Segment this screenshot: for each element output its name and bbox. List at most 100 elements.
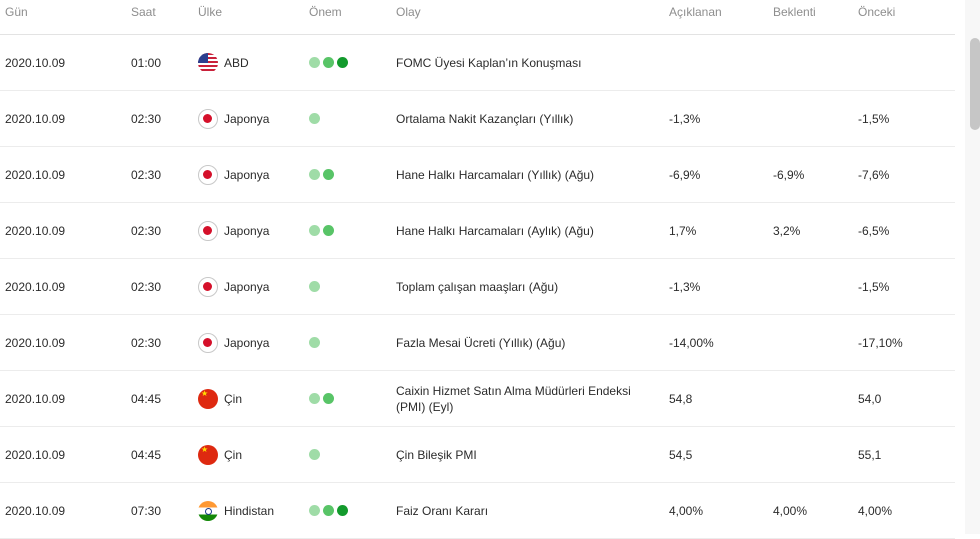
importance-dot <box>309 505 320 516</box>
importance-dot <box>323 393 334 404</box>
table-row[interactable]: 2020.10.09 04:45 Çin Caixin Hizmet Satın Al… <box>0 371 955 427</box>
table-row[interactable]: 2020.10.09 02:30 Japonya Hane Halkı Harcama… <box>0 147 955 203</box>
header-country[interactable]: Ülke <box>198 5 222 19</box>
date-cell: 2020.10.09 <box>5 279 66 294</box>
previous-cell: -7,6% <box>858 167 890 182</box>
country-name: ABD <box>224 55 249 70</box>
previous-cell: 4,00% <box>858 503 893 518</box>
country-cell: Japonya <box>198 147 269 202</box>
country-cell: ABD <box>198 35 249 90</box>
country-cell: Japonya <box>198 315 269 370</box>
time-cell: 01:00 <box>131 55 162 70</box>
table-row[interactable]: 2020.10.09 02:30 Japonya Hane Halkı Harcama… <box>0 203 955 259</box>
previous-cell: -1,5% <box>858 111 890 126</box>
actual-cell: -14,00% <box>669 335 714 350</box>
header-forecast[interactable]: Beklenti <box>773 5 816 19</box>
country-name: Japonya <box>224 335 270 350</box>
importance-cell <box>309 483 351 538</box>
importance-dot <box>309 225 320 236</box>
table-row[interactable]: 2020.10.09 01:00 ABD FOMC Üyesi Kaplan’ın K… <box>0 35 955 91</box>
country-cell: Çin <box>198 371 242 426</box>
time-cell: 04:45 <box>131 447 162 462</box>
country-name: Japonya <box>224 223 270 238</box>
table-body: 2020.10.09 01:00 ABD FOMC Üyesi Kaplan’ın K… <box>0 35 955 539</box>
event-cell[interactable]: Toplam çalışan maaşları (Ağu) <box>396 259 661 314</box>
event-name[interactable]: Hane Halkı Harcamaları (Aylık) (Ağu) <box>396 223 594 239</box>
time-cell: 02:30 <box>131 335 162 350</box>
actual-cell: 1,7% <box>669 223 697 238</box>
header-actual[interactable]: Açıklanan <box>669 5 722 19</box>
japan-flag-icon <box>198 332 218 353</box>
country-cell: Japonya <box>198 259 269 314</box>
actual-cell: 54,5 <box>669 447 693 462</box>
country-cell: Çin <box>198 427 242 482</box>
country-cell: Japonya <box>198 91 269 146</box>
header-date[interactable]: Gün <box>5 5 28 19</box>
time-cell: 02:30 <box>131 111 162 126</box>
event-cell[interactable]: FOMC Üyesi Kaplan’ın Konuşması <box>396 35 661 90</box>
forecast-cell: 4,00% <box>773 503 808 518</box>
country-name: Çin <box>224 447 243 462</box>
india-flag-icon <box>198 500 218 521</box>
importance-dot <box>323 57 334 68</box>
importance-dot <box>309 169 320 180</box>
japan-flag-icon <box>198 108 218 129</box>
importance-dot <box>323 505 334 516</box>
scrollbar-thumb[interactable] <box>970 38 980 130</box>
country-cell: Hindistan <box>198 483 274 538</box>
country-name: Japonya <box>224 279 270 294</box>
table-row[interactable]: 2020.10.09 02:30 Japonya Ortalama Nakit Kaz… <box>0 91 955 147</box>
event-cell[interactable]: Hane Halkı Harcamaları (Aylık) (Ağu) <box>396 203 661 258</box>
us-flag-icon <box>198 52 218 73</box>
table-row[interactable]: 2020.10.09 04:45 Çin Çin Bileşik PMI 54,5 55,… <box>0 427 955 483</box>
header-previous[interactable]: Önceki <box>858 5 895 19</box>
time-cell: 02:30 <box>131 223 162 238</box>
importance-dot <box>323 225 334 236</box>
previous-cell: -6,5% <box>858 223 890 238</box>
date-cell: 2020.10.09 <box>5 335 66 350</box>
date-cell: 2020.10.09 <box>5 111 66 126</box>
importance-dot <box>337 57 348 68</box>
header-event[interactable]: Olay <box>396 5 421 19</box>
table-row[interactable]: 2020.10.09 02:30 Japonya Toplam çalışan maa… <box>0 259 955 315</box>
previous-cell: 54,0 <box>858 391 882 406</box>
event-name[interactable]: FOMC Üyesi Kaplan’ın Konuşması <box>396 55 581 71</box>
vertical-scrollbar[interactable] <box>965 0 980 534</box>
actual-cell: -1,3% <box>669 279 701 294</box>
country-name: Hindistan <box>224 503 275 518</box>
event-cell[interactable]: Hane Halkı Harcamaları (Yıllık) (Ağu) <box>396 147 661 202</box>
date-cell: 2020.10.09 <box>5 55 66 70</box>
previous-cell: -17,10% <box>858 335 903 350</box>
event-name[interactable]: Çin Bileşik PMI <box>396 447 477 463</box>
previous-cell: 55,1 <box>858 447 882 462</box>
event-cell[interactable]: Çin Bileşik PMI <box>396 427 661 482</box>
importance-dot <box>309 57 320 68</box>
importance-dot <box>309 281 320 292</box>
event-name[interactable]: Caixin Hizmet Satın Alma Müdürleri Endek… <box>396 383 661 415</box>
importance-cell <box>309 371 337 426</box>
event-cell[interactable]: Faiz Oranı Kararı <box>396 483 661 538</box>
event-name[interactable]: Fazla Mesai Ücreti (Yıllık) (Ağu) <box>396 335 565 351</box>
event-name[interactable]: Hane Halkı Harcamaları (Yıllık) (Ağu) <box>396 167 594 183</box>
date-cell: 2020.10.09 <box>5 447 66 462</box>
table-row[interactable]: 2020.10.09 02:30 Japonya Fazla Mesai Ücreti… <box>0 315 955 371</box>
importance-dot <box>309 449 320 460</box>
importance-cell <box>309 315 323 370</box>
importance-cell <box>309 91 323 146</box>
importance-dot <box>309 337 320 348</box>
header-importance[interactable]: Önem <box>309 5 342 19</box>
event-cell[interactable]: Fazla Mesai Ücreti (Yıllık) (Ağu) <box>396 315 661 370</box>
event-name[interactable]: Toplam çalışan maaşları (Ağu) <box>396 279 558 295</box>
country-name: Japonya <box>224 111 270 126</box>
event-cell[interactable]: Caixin Hizmet Satın Alma Müdürleri Endek… <box>396 371 661 426</box>
actual-cell: 54,8 <box>669 391 693 406</box>
importance-dot <box>309 393 320 404</box>
event-name[interactable]: Faiz Oranı Kararı <box>396 503 488 519</box>
table-row[interactable]: 2020.10.09 07:30 Hindistan Faiz Oranı Karar… <box>0 483 955 539</box>
event-name[interactable]: Ortalama Nakit Kazançları (Yıllık) <box>396 111 573 127</box>
japan-flag-icon <box>198 220 218 241</box>
event-cell[interactable]: Ortalama Nakit Kazançları (Yıllık) <box>396 91 661 146</box>
header-time[interactable]: Saat <box>131 5 156 19</box>
country-name: Çin <box>224 391 243 406</box>
forecast-cell: -6,9% <box>773 167 805 182</box>
